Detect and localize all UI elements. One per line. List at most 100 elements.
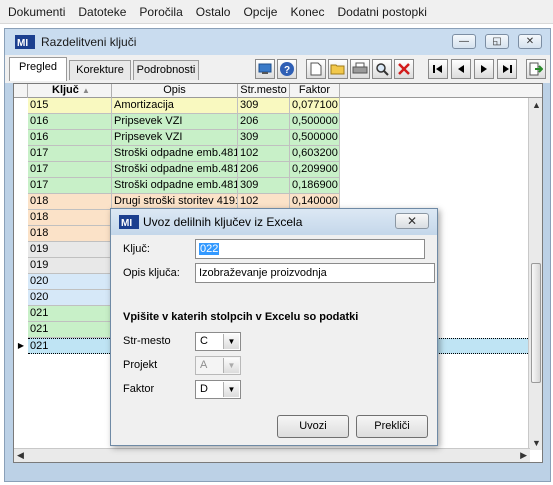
menu-ostalo[interactable]: Ostalo bbox=[196, 5, 231, 19]
previous-record-icon[interactable] bbox=[451, 59, 471, 79]
dialog-close-button[interactable]: ✕ bbox=[395, 213, 429, 229]
table-row[interactable]: 016 Pripsevek VZI 309 0,500000 bbox=[14, 130, 530, 146]
cell-mesto[interactable]: 309 bbox=[238, 130, 290, 146]
svg-text:?: ? bbox=[284, 65, 290, 76]
cell-faktor[interactable]: 0,209900 bbox=[290, 162, 340, 178]
tab-pregled[interactable]: Pregled bbox=[9, 57, 67, 81]
cell-kljuc[interactable]: 021 bbox=[28, 322, 112, 338]
first-record-icon[interactable] bbox=[428, 59, 448, 79]
export-icon[interactable] bbox=[255, 59, 275, 79]
str-mesto-value: C bbox=[200, 335, 208, 347]
delete-icon[interactable] bbox=[394, 59, 414, 79]
row-indicator bbox=[14, 242, 28, 258]
open-folder-icon[interactable] bbox=[328, 59, 348, 79]
table-row[interactable]: 017 Stroški odpadne emb.4810 102 0,603200 bbox=[14, 146, 530, 162]
menu-porocila[interactable]: Poročila bbox=[139, 5, 182, 19]
search-icon[interactable] bbox=[372, 59, 392, 79]
menu-opcije[interactable]: Opcije bbox=[243, 5, 277, 19]
cell-kljuc[interactable]: 021 bbox=[28, 338, 112, 354]
cell-opis[interactable]: Amortizacija bbox=[112, 98, 238, 114]
scroll-thumb[interactable] bbox=[531, 263, 541, 383]
vertical-scrollbar[interactable]: ▲ ▼ bbox=[528, 98, 542, 450]
help-icon[interactable]: ? bbox=[277, 59, 297, 79]
print-icon[interactable] bbox=[350, 59, 370, 79]
cell-opis[interactable]: Pripsevek VZI bbox=[112, 130, 238, 146]
table-row[interactable]: 016 Pripsevek VZI 206 0,500000 bbox=[14, 114, 530, 130]
row-indicator bbox=[14, 178, 28, 194]
kljuc-field[interactable]: 022 bbox=[195, 239, 425, 259]
column-header-faktor[interactable]: Faktor bbox=[290, 84, 340, 98]
faktor-select[interactable]: D ▼ bbox=[195, 380, 241, 399]
cell-opis[interactable]: Stroški odpadne emb.4810 bbox=[112, 162, 238, 178]
cell-faktor[interactable]: 0,500000 bbox=[290, 114, 340, 130]
table-row[interactable]: 017 Stroški odpadne emb.4810 206 0,209900 bbox=[14, 162, 530, 178]
grid-header: Ključ ▲ Opis Str.mesto Faktor bbox=[14, 84, 542, 98]
cell-kljuc[interactable]: 020 bbox=[28, 290, 112, 306]
tab-podrobnosti[interactable]: Podrobnosti bbox=[133, 60, 199, 80]
chevron-down-icon[interactable]: ▼ bbox=[223, 334, 239, 349]
cell-kljuc[interactable]: 019 bbox=[28, 258, 112, 274]
cell-kljuc[interactable]: 016 bbox=[28, 114, 112, 130]
faktor-value: D bbox=[200, 383, 208, 395]
chevron-down-icon[interactable]: ▼ bbox=[223, 382, 239, 397]
table-row[interactable]: 015 Amortizacija 309 0,077100 bbox=[14, 98, 530, 114]
preklici-button[interactable]: Prekliči bbox=[356, 415, 428, 438]
menu-datoteke[interactable]: Datoteke bbox=[78, 5, 126, 19]
row-indicator-header bbox=[14, 84, 28, 98]
app-logo-icon: MI bbox=[119, 215, 139, 229]
cell-opis[interactable]: Pripsevek VZI bbox=[112, 114, 238, 130]
opis-kljuca-field[interactable]: Izobraževanje proizvodnja bbox=[195, 263, 435, 283]
cell-faktor[interactable]: 0,186900 bbox=[290, 178, 340, 194]
cell-mesto[interactable]: 309 bbox=[238, 178, 290, 194]
projekt-select: A ▼ bbox=[195, 356, 241, 375]
column-header-str-mesto[interactable]: Str.mesto bbox=[238, 84, 290, 98]
svg-text:MI: MI bbox=[121, 218, 132, 229]
cell-kljuc[interactable]: 017 bbox=[28, 178, 112, 194]
menu-dodatni-postopki[interactable]: Dodatni postopki bbox=[337, 5, 426, 19]
cell-mesto[interactable]: 102 bbox=[238, 146, 290, 162]
cell-kljuc[interactable]: 018 bbox=[28, 226, 112, 242]
cell-kljuc[interactable]: 018 bbox=[28, 210, 112, 226]
last-record-icon[interactable] bbox=[497, 59, 517, 79]
exit-icon[interactable] bbox=[526, 59, 546, 79]
cell-kljuc[interactable]: 017 bbox=[28, 146, 112, 162]
cell-mesto[interactable]: 206 bbox=[238, 162, 290, 178]
scroll-down-icon[interactable]: ▼ bbox=[532, 438, 541, 448]
table-row[interactable]: 017 Stroški odpadne emb.4810 309 0,186900 bbox=[14, 178, 530, 194]
scroll-up-icon[interactable]: ▲ bbox=[532, 100, 541, 110]
cell-kljuc[interactable]: 019 bbox=[28, 242, 112, 258]
horizontal-scrollbar[interactable]: ◀ ▶ bbox=[14, 448, 530, 462]
row-indicator bbox=[14, 210, 28, 226]
cell-opis[interactable]: Stroški odpadne emb.4810 bbox=[112, 178, 238, 194]
cell-opis[interactable]: Stroški odpadne emb.4810 bbox=[112, 146, 238, 162]
cell-faktor[interactable]: 0,500000 bbox=[290, 130, 340, 146]
cell-kljuc[interactable]: 017 bbox=[28, 162, 112, 178]
cell-mesto[interactable]: 309 bbox=[238, 98, 290, 114]
new-document-icon[interactable] bbox=[306, 59, 326, 79]
tab-korekture[interactable]: Korekture bbox=[69, 60, 131, 80]
uvozi-button[interactable]: Uvozi bbox=[277, 415, 349, 438]
next-record-icon[interactable] bbox=[474, 59, 494, 79]
cell-kljuc[interactable]: 016 bbox=[28, 130, 112, 146]
menu-dokumenti[interactable]: Dokumenti bbox=[8, 5, 65, 19]
scroll-left-icon[interactable]: ◀ bbox=[17, 450, 24, 461]
minimize-button[interactable]: — bbox=[452, 34, 476, 49]
column-header-opis[interactable]: Opis bbox=[112, 84, 238, 98]
cell-kljuc[interactable]: 015 bbox=[28, 98, 112, 114]
cell-mesto[interactable]: 206 bbox=[238, 114, 290, 130]
scroll-right-icon[interactable]: ▶ bbox=[520, 450, 527, 461]
str-mesto-label: Str-mesto bbox=[123, 335, 171, 347]
faktor-label: Faktor bbox=[123, 383, 155, 395]
cell-kljuc[interactable]: 018 bbox=[28, 194, 112, 210]
str-mesto-select[interactable]: C ▼ bbox=[195, 332, 241, 351]
cell-faktor[interactable]: 0,077100 bbox=[290, 98, 340, 114]
cell-kljuc[interactable]: 021 bbox=[28, 306, 112, 322]
row-indicator bbox=[14, 114, 28, 130]
menu-konec[interactable]: Konec bbox=[290, 5, 324, 19]
restore-button[interactable]: ◱ bbox=[485, 34, 509, 49]
window-close-button[interactable]: ✕ bbox=[518, 34, 542, 49]
column-header-kljuc[interactable]: Ključ ▲ bbox=[28, 84, 112, 98]
cell-kljuc[interactable]: 020 bbox=[28, 274, 112, 290]
row-indicator bbox=[14, 162, 28, 178]
cell-faktor[interactable]: 0,603200 bbox=[290, 146, 340, 162]
